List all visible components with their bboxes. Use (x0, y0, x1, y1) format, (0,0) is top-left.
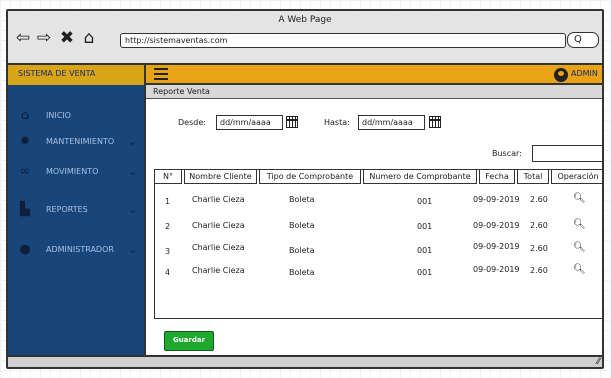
hasta-date-input[interactable]: dd/mm/aaaa (358, 115, 425, 130)
table-cell: 09-09-2019 (473, 195, 520, 204)
document-icon: ▙ (20, 202, 30, 217)
search-icon[interactable]: 🔍︎ (573, 242, 586, 253)
table-cell: 2.60 (530, 266, 548, 275)
table-cell: 001 (417, 222, 433, 231)
home-icon: ⌂ (20, 108, 30, 123)
table-cell: 001 (417, 246, 433, 255)
chevron-down-icon: ⌄ (128, 203, 138, 216)
chevron-down-icon: ⌄ (128, 165, 138, 178)
desde-date-input[interactable]: dd/mm/aaaa (216, 115, 283, 130)
chevron-down-icon: ⌄ (128, 243, 138, 256)
user-avatar-icon[interactable] (554, 68, 568, 82)
buscar-label: Buscar: (492, 149, 522, 158)
back-arrow-icon[interactable]: ⇦ (14, 29, 32, 47)
status-bar: ⁄⁄ (8, 355, 602, 367)
main-content: Reporte Venta Desde: dd/mm/aaaa Hasta: d… (146, 85, 602, 355)
user-label[interactable]: ADMIN (571, 69, 598, 78)
browser-window: A Web Page ⇦ ⇨ ✖ ⌂ http://sistemaventas.… (6, 9, 604, 369)
table-cell: 4 (165, 268, 171, 277)
column-header: Fecha (479, 169, 515, 184)
sidebar-item-reportes[interactable]: ▙ REPORTES ⌄ (8, 199, 144, 221)
link-icon: ∞ (19, 164, 31, 179)
sidebar-item-label: INICIO (46, 111, 71, 120)
sidebar: ⌂ INICIO ✹ MANTENIMIENTO ⌄ ∞ MOVIMIENTO … (8, 85, 146, 355)
sidebar-item-label: ADMINISTRADOR (46, 245, 114, 254)
table-cell: 09-09-2019 (473, 265, 520, 274)
table-cell: Boleta (289, 195, 315, 204)
table-cell: Charlie Cieza (192, 195, 245, 204)
table-cell: Boleta (289, 268, 315, 277)
table-cell: Boleta (289, 221, 315, 230)
table-cell: 2.60 (530, 195, 548, 204)
table-cell: 09-09-2019 (473, 221, 520, 230)
browser-titlebar: A Web Page ⇦ ⇨ ✖ ⌂ http://sistemaventas.… (8, 11, 602, 65)
home-icon[interactable]: ⌂ (80, 29, 98, 47)
sidebar-item-label: MANTENIMIENTO (46, 137, 115, 146)
table-cell: 001 (417, 197, 433, 206)
table-cell: 1 (165, 197, 171, 206)
hasta-label: Hasta: (324, 118, 350, 127)
search-icon[interactable]: 🔍︎ (573, 264, 586, 275)
forward-arrow-icon[interactable]: ⇨ (35, 29, 53, 47)
table-cell: 2.60 (530, 221, 548, 230)
chevron-down-icon: ⌄ (128, 135, 138, 148)
sidebar-item-inicio[interactable]: ⌂ INICIO (8, 105, 144, 127)
table-cell: 09-09-2019 (473, 242, 520, 251)
column-header: Numero de Comprobante (363, 169, 477, 184)
search-icon[interactable]: 🔍︎ (573, 193, 586, 204)
column-header: N° (154, 169, 182, 184)
user-icon: ● (19, 242, 31, 257)
sidebar-item-administrador[interactable]: ● ADMINISTRADOR ⌄ (8, 239, 144, 261)
sidebar-item-label: REPORTES (46, 205, 88, 214)
column-header: Tipo de Comprobante (259, 169, 361, 184)
table-cell: 2.60 (530, 244, 548, 253)
menu-toggle-icon[interactable] (154, 68, 168, 80)
close-icon[interactable]: ✖ (58, 29, 76, 47)
column-header: Total (517, 169, 549, 184)
resize-grip-icon[interactable]: ⁄⁄ (597, 357, 600, 367)
desde-label: Desde: (178, 118, 206, 127)
column-header: Nombre Cliente (184, 169, 257, 184)
sales-table: N° Nombre Cliente Tipo de Comprobante Nu… (154, 169, 602, 319)
calendar-icon[interactable] (429, 116, 441, 128)
table-cell: Boleta (289, 246, 315, 255)
table-cell: 3 (165, 247, 171, 256)
gear-icon: ✹ (19, 134, 31, 149)
search-input[interactable] (532, 145, 602, 162)
save-button[interactable]: Guardar (164, 331, 214, 351)
calendar-icon[interactable] (286, 116, 298, 128)
search-icon[interactable]: 🔍︎ (573, 219, 586, 230)
sidebar-item-label: MOVIMIENTO (46, 167, 99, 176)
table-cell: Charlie Cieza (192, 221, 245, 230)
breadcrumb: Reporte Venta (146, 85, 602, 99)
table-cell: Charlie Cieza (192, 243, 245, 252)
page-title: A Web Page (278, 15, 332, 25)
table-cell: Charlie Cieza (192, 266, 245, 275)
table-cell: 001 (417, 268, 433, 277)
app-brand: SISTEMA DE VENTA (8, 65, 146, 85)
sidebar-item-mantenimiento[interactable]: ✹ MANTENIMIENTO ⌄ (8, 131, 144, 153)
table-cell: 2 (165, 222, 171, 231)
sidebar-item-movimiento[interactable]: ∞ MOVIMIENTO ⌄ (8, 161, 144, 183)
url-bar[interactable]: http://sistemaventas.com (120, 33, 566, 48)
search-icon[interactable]: Q (567, 32, 599, 48)
column-header: Operación (551, 169, 602, 184)
